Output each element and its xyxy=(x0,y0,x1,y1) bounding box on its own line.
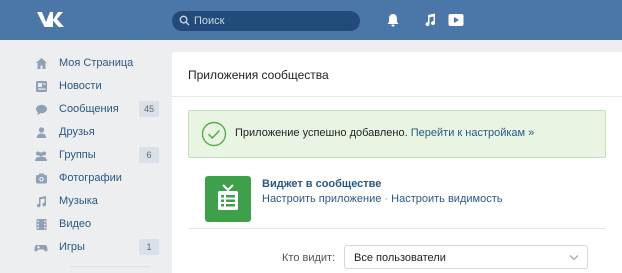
video-icon xyxy=(34,217,48,231)
success-notice: Приложение успешно добавлено. Перейти к … xyxy=(188,110,606,158)
sidebar-item-games[interactable]: Игры 1 xyxy=(34,237,162,257)
visibility-select[interactable]: Все пользователи xyxy=(344,245,588,269)
app-divider xyxy=(188,228,606,229)
play-icon[interactable] xyxy=(447,11,465,29)
news-icon xyxy=(34,79,48,93)
app-icon[interactable] xyxy=(205,176,251,222)
top-bar xyxy=(0,0,622,40)
page-title: Приложения сообщества xyxy=(188,68,329,82)
friends-icon xyxy=(34,125,48,139)
music-note-icon[interactable] xyxy=(421,11,439,29)
go-to-settings-link[interactable]: Перейти к настройкам » xyxy=(411,127,535,139)
search-icon xyxy=(179,15,190,26)
sidebar-item-my-page[interactable]: Моя Страница xyxy=(34,53,162,73)
sidebar-item-label: Группы xyxy=(59,149,96,161)
success-check-icon xyxy=(201,121,227,147)
search-box[interactable] xyxy=(172,11,360,31)
sidebar-item-video[interactable]: Видео xyxy=(34,214,162,234)
sidebar-item-friends[interactable]: Друзья xyxy=(34,122,162,142)
sidebar-divider xyxy=(70,266,150,267)
sidebar: Моя Страница Новости Сообщения 45 Друзья… xyxy=(0,40,172,273)
visibility-select-value: Все пользователи xyxy=(354,252,446,264)
sidebar-item-messages[interactable]: Сообщения 45 xyxy=(34,99,162,119)
sidebar-item-music[interactable]: Музыка xyxy=(34,191,162,211)
sidebar-item-label: Новости xyxy=(59,80,102,92)
messages-count-badge: 45 xyxy=(139,101,159,117)
app-links: Настроить приложение · Настроить видимос… xyxy=(262,193,502,205)
sidebar-item-photos[interactable]: Фотографии xyxy=(34,168,162,188)
sidebar-item-label: Фотографии xyxy=(59,172,122,184)
notice-text: Приложение успешно добавлено. Перейти к … xyxy=(235,127,534,139)
bell-icon[interactable] xyxy=(384,11,402,29)
messages-icon xyxy=(34,102,48,116)
vk-logo-icon xyxy=(37,12,64,27)
search-input[interactable] xyxy=(194,13,344,29)
notice-message: Приложение успешно добавлено. xyxy=(235,127,408,139)
app-name[interactable]: Виджет в сообществе xyxy=(262,178,381,190)
games-icon xyxy=(34,240,48,254)
groups-icon xyxy=(34,148,48,162)
games-count-badge: 1 xyxy=(139,239,159,255)
sidebar-item-groups[interactable]: Группы 6 xyxy=(34,145,162,165)
configure-visibility-link[interactable]: Настроить видимость xyxy=(391,193,502,205)
sidebar-item-label: Сообщения xyxy=(59,103,119,115)
sidebar-item-label: Друзья xyxy=(59,126,95,138)
chevron-down-icon xyxy=(569,255,579,261)
vk-logo[interactable] xyxy=(36,9,68,31)
configure-app-link[interactable]: Настроить приложение xyxy=(262,193,381,205)
sidebar-item-label: Моя Страница xyxy=(59,57,134,69)
sidebar-item-label: Игры xyxy=(59,241,85,253)
visibility-label: Кто видит: xyxy=(282,252,336,264)
widget-app-icon xyxy=(218,184,238,210)
home-icon xyxy=(34,56,48,70)
groups-count-badge: 6 xyxy=(139,147,159,163)
sidebar-item-label: Музыка xyxy=(59,195,98,207)
links-separator: · xyxy=(381,193,392,205)
title-divider xyxy=(172,96,622,97)
main-panel: Приложения сообщества Приложение успешно… xyxy=(172,52,622,273)
sidebar-item-news[interactable]: Новости xyxy=(34,76,162,96)
music-icon xyxy=(34,194,48,208)
camera-icon xyxy=(34,171,48,185)
sidebar-item-label: Видео xyxy=(59,218,92,230)
